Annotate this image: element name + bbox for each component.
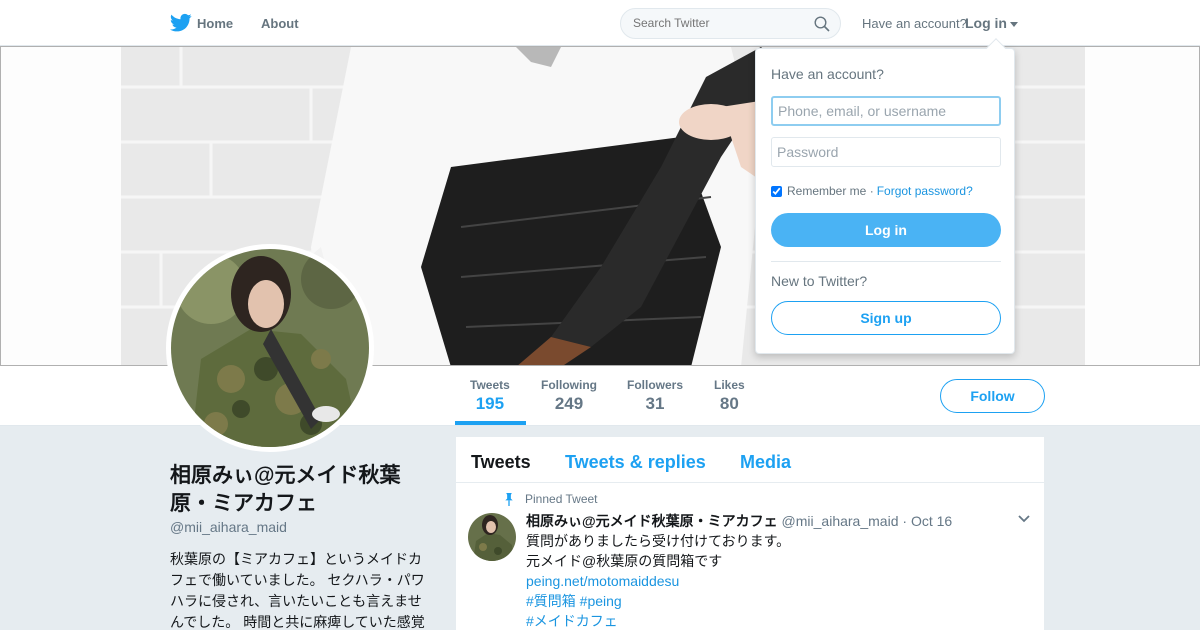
login-button[interactable]: Log in	[771, 213, 1001, 247]
login-dropdown-toggle[interactable]: Log in	[965, 15, 1018, 31]
forgot-password-link[interactable]: Forgot password?	[877, 184, 973, 198]
nav-home-link[interactable]: Home	[197, 16, 233, 31]
nav-about-link[interactable]: About	[261, 16, 299, 31]
have-account-text: Have an account?	[862, 16, 967, 31]
tweet-hashtags[interactable]: #メイドカフェ	[526, 611, 1006, 630]
tweet-text: 質問がありましたら受け付けております。 元メイド@秋葉原の質問箱です peing…	[526, 531, 1006, 630]
follow-button[interactable]: Follow	[940, 379, 1045, 413]
stat-value: 80	[719, 394, 739, 413]
stat-following[interactable]: Following 249	[541, 378, 597, 414]
tweet-avatar[interactable]	[468, 513, 516, 561]
dropdown-title: Have an account?	[771, 66, 884, 82]
search-icon[interactable]	[814, 16, 830, 32]
profile-handle[interactable]: @mii_aihara_maid	[170, 519, 287, 535]
stat-label: Following	[541, 378, 597, 392]
divider	[771, 261, 1001, 262]
tweet-header: 相原みぃ@元メイド秋葉原・ミアカフェ @mii_aihara_maid · Oc…	[526, 511, 952, 531]
password-field[interactable]	[771, 137, 1001, 167]
login-toggle-label: Log in	[965, 15, 1007, 31]
stat-label: Tweets	[470, 378, 510, 392]
tweet-author-name[interactable]: 相原みぃ@元メイド秋葉原・ミアカフェ	[526, 513, 778, 529]
search-box[interactable]	[620, 8, 841, 39]
stat-likes[interactable]: Likes 80	[714, 378, 745, 414]
stat-label: Likes	[714, 378, 745, 392]
search-input[interactable]	[633, 16, 803, 30]
tweet-avatar-image	[468, 513, 516, 561]
twitter-bird-icon[interactable]	[170, 13, 192, 33]
top-navbar: Home About Have an account? Log in	[0, 0, 1200, 46]
tab-tweets[interactable]: Tweets	[471, 452, 531, 473]
remember-me-label[interactable]: Remember me	[787, 184, 866, 198]
tweet-dot: ·	[902, 513, 911, 529]
stat-value: 31	[645, 394, 665, 413]
profile-avatar[interactable]	[166, 244, 374, 452]
tweet-author-handle[interactable]: @mii_aihara_maid	[782, 513, 899, 529]
tweet-link[interactable]: peing.net/motomaiddesu	[526, 571, 1006, 591]
username-field[interactable]	[771, 96, 1001, 126]
stat-followers[interactable]: Followers 31	[627, 378, 683, 414]
pinned-tweet-label: Pinned Tweet	[525, 492, 598, 506]
profile-bio: 秋葉原の【ミアカフェ】というメイドカフェで働いていました。 セクハラ・パワハラに…	[170, 551, 425, 630]
tab-media[interactable]: Media	[740, 452, 791, 473]
avatar-image	[171, 249, 369, 447]
stat-label: Followers	[627, 378, 684, 392]
tweet-timestamp[interactable]: Oct 16	[911, 513, 952, 529]
timeline-tabs: Tweets Tweets & replies Media	[456, 437, 1044, 483]
profile-name[interactable]: 相原みぃ@元メイド秋葉原・ミアカフェ	[170, 462, 430, 518]
new-to-twitter-text: New to Twitter?	[771, 273, 868, 289]
stat-value: 195	[475, 394, 505, 413]
remember-me-checkbox[interactable]	[771, 185, 782, 197]
pin-icon	[505, 493, 513, 506]
login-dropdown: Have an account? Remember me · Forgot pa…	[755, 38, 1015, 354]
tweet-hashtags[interactable]: #質問箱 #peing	[526, 591, 1006, 611]
active-tab-underline	[455, 421, 526, 425]
stat-tweets[interactable]: Tweets 195	[470, 378, 510, 414]
chevron-down-icon[interactable]	[1018, 515, 1030, 523]
remember-me-row: Remember me · Forgot password?	[771, 184, 973, 198]
signup-button[interactable]: Sign up	[771, 301, 1001, 335]
stat-value: 249	[554, 394, 584, 413]
tab-tweets-and-replies[interactable]: Tweets & replies	[565, 452, 706, 473]
caret-down-icon	[1010, 21, 1018, 27]
tweet-line: 質問がありましたら受け付けております。	[526, 533, 791, 549]
timeline: Tweets Tweets & replies Media Pinned Twe…	[456, 437, 1044, 630]
separator-dot: ·	[869, 184, 874, 198]
tweet-line: 元メイド@秋葉原の質問箱です	[526, 553, 723, 569]
